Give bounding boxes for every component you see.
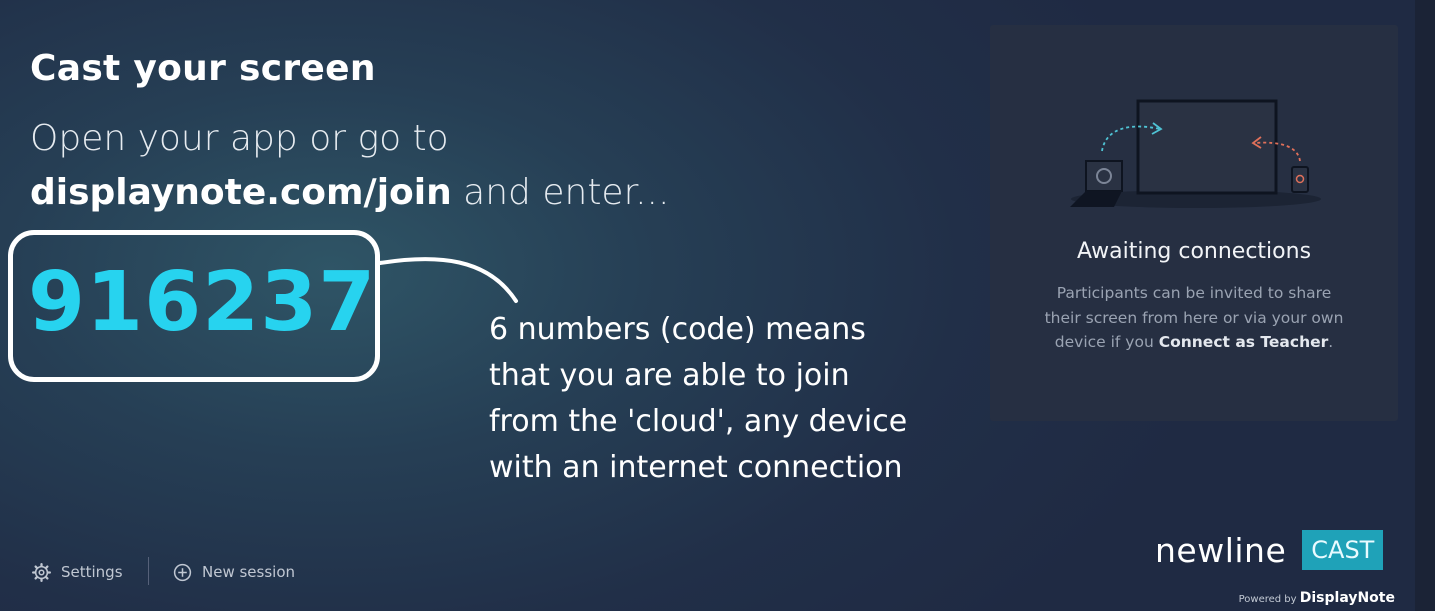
panel-desc-line: their screen from here or via your own bbox=[1044, 308, 1344, 327]
displaynote-logo: DisplayNote bbox=[1299, 590, 1395, 606]
annotation-line: 6 numbers (code) means bbox=[489, 312, 866, 347]
cast-devices-icon bbox=[1070, 99, 1321, 208]
instruction-line-1: Open your app or go to bbox=[30, 118, 449, 159]
new-session-button[interactable]: New session bbox=[173, 560, 295, 584]
new-session-label: New session bbox=[202, 563, 296, 581]
settings-label: Settings bbox=[61, 563, 123, 581]
instruction-suffix: and enter... bbox=[451, 172, 670, 213]
instruction-line-2: displaynote.com/join and enter... bbox=[30, 166, 669, 220]
connect-as-teacher-text: Connect as Teacher bbox=[1158, 333, 1329, 351]
page-title: Cast your screen bbox=[30, 48, 376, 89]
annotation-line: from the 'cloud', any device bbox=[489, 404, 908, 439]
footer-divider bbox=[148, 557, 149, 585]
session-code: 916237 bbox=[28, 255, 377, 350]
annotation-line: that you are able to join bbox=[489, 358, 850, 393]
panel-desc-prefix: device if you bbox=[1054, 333, 1159, 351]
panel-description: Participants can be invited to share the… bbox=[990, 281, 1398, 355]
annotation-connector bbox=[378, 257, 518, 303]
panel-title: Awaiting connections bbox=[1076, 239, 1312, 264]
powered-by: Powered by DisplayNote bbox=[1239, 590, 1395, 606]
settings-button[interactable]: Settings bbox=[32, 560, 123, 584]
plus-circle-icon bbox=[173, 563, 192, 581]
brand-name: newline bbox=[1155, 530, 1287, 570]
newline-cast-logo: newline CAST bbox=[1155, 530, 1384, 570]
panel-desc-line: device if you Connect as Teacher. bbox=[990, 330, 1398, 355]
join-instructions: Open your app or go to displaynote.com/j… bbox=[30, 112, 669, 220]
window-edge bbox=[1415, 0, 1435, 611]
powered-by-label: Powered by bbox=[1238, 594, 1297, 605]
join-url: displaynote.com/join bbox=[30, 172, 452, 213]
cast-badge: CAST bbox=[1302, 530, 1384, 570]
panel-desc-suffix: . bbox=[1328, 333, 1334, 351]
annotation-text: 6 numbers (code) means that you are able… bbox=[489, 307, 929, 491]
panel-desc-line: Participants can be invited to share bbox=[1056, 284, 1332, 302]
gear-icon bbox=[32, 562, 51, 582]
connections-panel: Awaiting connections Participants can be… bbox=[990, 25, 1398, 421]
annotation-line: with an internet connection bbox=[489, 450, 903, 485]
